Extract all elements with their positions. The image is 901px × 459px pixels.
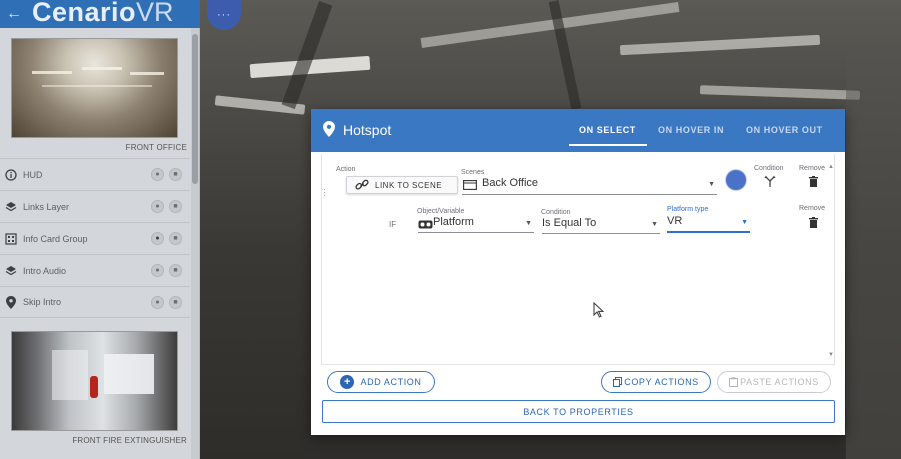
layer-row-links[interactable]: Links Layer ● ■ [0, 190, 190, 222]
scenes-label: Scenes [461, 169, 485, 176]
paste-actions-button[interactable]: PASTE ACTIONS [717, 371, 831, 393]
office-panorama-image [12, 39, 177, 137]
visibility-eye-icon[interactable]: ● [151, 200, 164, 213]
scroll-up-icon[interactable]: ▲ [828, 164, 834, 170]
trash-icon[interactable] [809, 217, 818, 228]
remove-label: Remove [799, 165, 826, 172]
layer-label: Info Card Group [23, 233, 88, 244]
info-circle-icon [4, 168, 18, 182]
brand-logo: Cenario [32, 0, 137, 27]
scene-sidebar: ← Cenario VR FRONT OFFICE HUD ● ■ Links … [0, 0, 200, 459]
layer-label: Links Layer [23, 201, 70, 212]
drag-handle-icon[interactable]: · · · [323, 185, 326, 200]
ceiling-beam [281, 0, 333, 110]
visibility-eye-icon[interactable]: ● [151, 232, 164, 245]
paste-actions-label: PASTE ACTIONS [740, 377, 819, 387]
condition-select[interactable]: Is Equal To ▼ [542, 217, 660, 234]
scene-select-value: Back Office [482, 177, 539, 189]
if-label: IF [389, 220, 397, 229]
actions-scrollbar[interactable]: ▲ ▼ [827, 158, 835, 360]
copy-icon [613, 377, 623, 387]
lock-icon[interactable]: ■ [169, 232, 182, 245]
tab-on-select[interactable]: ON SELECT [579, 125, 636, 135]
map-pin-icon [4, 295, 18, 309]
grid-icon [4, 232, 18, 246]
action-label: Action [336, 166, 356, 173]
layers-icon [4, 264, 18, 278]
scene-icon [463, 180, 477, 190]
scroll-down-icon[interactable]: ▼ [828, 352, 834, 358]
layer-row-skip-intro[interactable]: Skip Intro ● ■ [0, 286, 190, 318]
object-variable-select[interactable]: Platform ▼ [418, 216, 534, 233]
fire-extinguisher [90, 376, 98, 398]
layers-icon [4, 200, 18, 214]
visibility-eye-icon[interactable]: ● [151, 295, 164, 309]
link-to-scene-label: LINK TO SCENE [375, 180, 443, 190]
color-picker-swatch[interactable] [726, 170, 746, 190]
back-to-properties-button[interactable]: BACK TO PROPERTIES [322, 400, 835, 423]
lock-icon[interactable]: ■ [169, 168, 182, 181]
brand-logo-suffix: VR [136, 0, 174, 27]
visibility-eye-icon[interactable]: ● [151, 264, 164, 277]
lock-icon[interactable]: ■ [169, 264, 182, 277]
scene-caption: FRONT FIRE EXTINGUISHER [72, 436, 187, 445]
layer-row-hud[interactable]: HUD ● ■ [0, 158, 190, 190]
condition-branch-icon[interactable] [764, 174, 776, 188]
scene-thumbnail[interactable] [11, 331, 178, 431]
plus-circle-icon: + [340, 375, 355, 389]
paste-icon [729, 377, 739, 387]
back-arrow-icon[interactable]: ← [6, 6, 22, 22]
tab-on-hover-in[interactable]: ON HOVER IN [658, 125, 724, 135]
copy-actions-button[interactable]: COPY ACTIONS [601, 371, 711, 393]
layer-label: Intro Audio [23, 265, 67, 276]
lock-icon[interactable]: ■ [169, 200, 182, 213]
corridor-panorama-image [12, 332, 177, 430]
brand-bar: ← Cenario VR [0, 0, 200, 28]
chevron-down-icon: ▼ [651, 221, 658, 228]
lock-icon[interactable]: ■ [169, 295, 182, 309]
layer-label: Skip Intro [23, 297, 62, 307]
condition-op-label: Condition [541, 209, 571, 216]
mouse-cursor-icon [593, 302, 605, 318]
chevron-down-icon: ▼ [708, 181, 715, 188]
ceiling-light [699, 85, 861, 100]
visibility-eye-icon[interactable]: ● [151, 168, 164, 181]
wall-column [846, 40, 901, 459]
tab-on-hover-out[interactable]: ON HOVER OUT [746, 125, 823, 135]
platform-type-label: Platform type [667, 206, 709, 213]
copy-actions-label: COPY ACTIONS [624, 377, 699, 387]
condition-value: Is Equal To [542, 217, 597, 229]
object-variable-value: Platform [433, 216, 474, 228]
remove-label: Remove [799, 205, 826, 212]
dialog-title: Hotspot [343, 122, 392, 138]
actions-panel: · · · Action LINK TO SCENE Scenes Back Off… [321, 154, 835, 365]
chevron-down-icon: ▼ [741, 219, 748, 226]
condition-label: Condition [754, 165, 784, 172]
ceiling-light [619, 34, 821, 56]
trash-icon[interactable] [809, 176, 818, 187]
platform-type-select[interactable]: VR ▼ [667, 215, 750, 233]
layer-label: HUD [23, 169, 43, 180]
hotspot-dialog: Hotspot ON SELECT ON HOVER IN ON HOVER O… [311, 109, 845, 435]
scene-select[interactable]: Back Office ▼ [462, 177, 717, 195]
sidebar-scroll-thumb[interactable] [192, 34, 198, 184]
dialog-header: Hotspot ON SELECT ON HOVER IN ON HOVER O… [311, 109, 845, 152]
link-to-scene-button[interactable]: LINK TO SCENE [346, 176, 458, 194]
object-variable-label: Object/Variable [417, 208, 465, 215]
add-action-button[interactable]: + ADD ACTION [327, 371, 435, 393]
layer-row-intro-audio[interactable]: Intro Audio ● ■ [0, 254, 190, 286]
layer-row-info-card-group[interactable]: Info Card Group ● ■ [0, 222, 190, 254]
vr-headset-icon [418, 220, 433, 229]
scene-caption: FRONT OFFICE [125, 143, 187, 152]
platform-type-value: VR [667, 215, 683, 227]
link-icon [355, 179, 369, 190]
map-pin-icon [323, 121, 335, 137]
active-tab-indicator [569, 144, 647, 146]
chevron-down-icon: ▼ [525, 220, 532, 227]
scene-thumbnail[interactable] [11, 38, 178, 138]
add-action-label: ADD ACTION [360, 377, 422, 387]
